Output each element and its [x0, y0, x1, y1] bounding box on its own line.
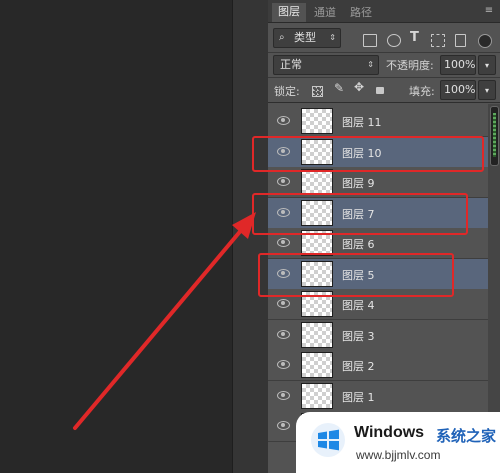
windows-logo-icon [311, 423, 345, 457]
watermark-site-name: 系统之家 [436, 427, 497, 445]
watermark: Windows 系统之家 www.bjjmlv.com [296, 412, 500, 473]
annotation-arrow [73, 212, 256, 430]
watermark-brand: Windows [354, 424, 425, 441]
watermark-url: www.bjjmlv.com [356, 448, 441, 462]
